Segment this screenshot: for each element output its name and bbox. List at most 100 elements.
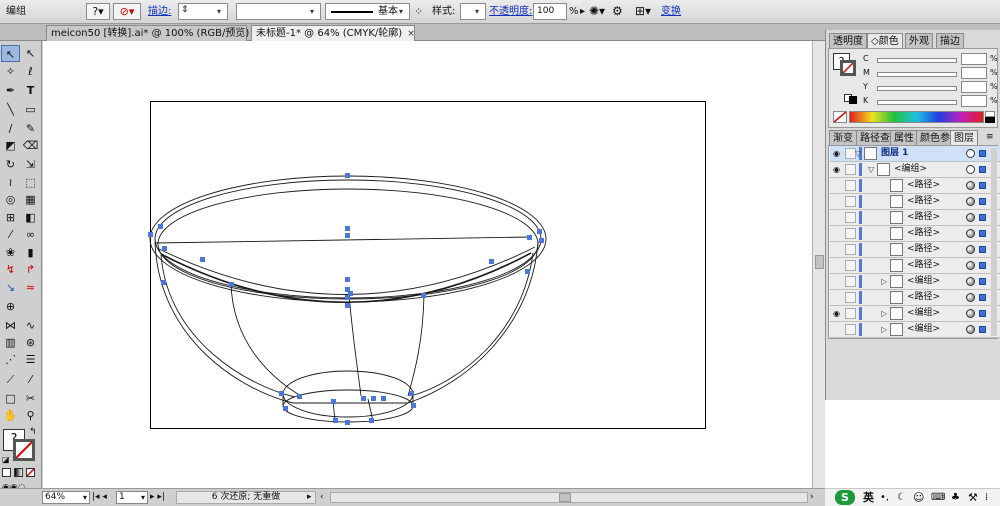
column-graph-icon[interactable]: ▥ bbox=[1, 334, 20, 351]
scale-tool-icon[interactable]: ⇲ bbox=[21, 156, 40, 173]
graphic-style-dropdown[interactable]: ▾ bbox=[460, 3, 486, 20]
close-icon[interactable]: × bbox=[407, 27, 415, 42]
layer-row[interactable]: ◉ ▽ 图层 1 bbox=[830, 146, 1000, 162]
blend-tool-icon[interactable]: ∞ bbox=[21, 226, 40, 243]
vertical-scrollbar[interactable] bbox=[812, 41, 825, 488]
keyboard-icon[interactable]: ⌨ bbox=[931, 491, 945, 505]
magenta-slider-row[interactable]: M% bbox=[833, 67, 998, 79]
expand-triangle-icon[interactable]: ▷ bbox=[881, 324, 887, 336]
visibility-eye-icon[interactable]: ◉ bbox=[833, 309, 842, 318]
target-circle-icon[interactable] bbox=[966, 293, 975, 302]
lock-toggle[interactable] bbox=[845, 164, 856, 175]
visibility-eye-icon[interactable] bbox=[833, 277, 842, 286]
path-row[interactable]: <路径> bbox=[830, 194, 1000, 210]
tab-transparency[interactable]: 透明度 bbox=[829, 33, 867, 49]
align-stroke-icon[interactable]: ⁘ bbox=[414, 3, 423, 20]
expand-triangle-icon[interactable]: ▷ bbox=[881, 276, 887, 288]
horizontal-scrollbar[interactable] bbox=[330, 492, 808, 503]
scatter-icon[interactable]: ⋰ bbox=[1, 351, 20, 368]
fill-swatch-button[interactable]: ?▾ bbox=[86, 3, 110, 20]
selection-indicator[interactable] bbox=[979, 278, 986, 285]
lock-toggle[interactable] bbox=[845, 196, 856, 207]
selection-indicator[interactable] bbox=[979, 262, 986, 269]
selection-indicator[interactable] bbox=[979, 326, 986, 333]
tab-pathfinder[interactable]: 路径查 bbox=[856, 130, 894, 146]
group-row[interactable]: ▷ <编组> bbox=[830, 274, 1000, 290]
layer-name[interactable]: <路径> bbox=[907, 179, 940, 192]
free-transform-icon[interactable]: ⬚ bbox=[21, 174, 40, 191]
spectrum-black[interactable] bbox=[985, 117, 995, 123]
default-colors-icon[interactable]: ◪ bbox=[2, 455, 10, 464]
tab-document-2[interactable]: 未标题-1* @ 64% (CMYK/轮廓) × bbox=[251, 25, 415, 41]
artboard-tool-icon[interactable]: ↘ bbox=[1, 279, 20, 296]
layer-name[interactable]: <路径> bbox=[907, 243, 940, 256]
canvas[interactable] bbox=[43, 41, 812, 488]
selection-indicator[interactable] bbox=[979, 182, 986, 189]
live-paint-selection-icon[interactable]: ↱ bbox=[21, 261, 40, 278]
visibility-eye-icon[interactable] bbox=[833, 325, 842, 334]
expand-triangle-icon[interactable]: ▽ bbox=[868, 164, 874, 176]
wrench-icon[interactable]: ⚒ bbox=[968, 491, 978, 505]
target-circle-icon[interactable] bbox=[966, 197, 975, 206]
perspective-grid-icon[interactable]: ▦ bbox=[21, 191, 40, 208]
group-row[interactable]: ◉ ▷ <编组> bbox=[830, 306, 1000, 322]
lasso-icon[interactable]: ℓ bbox=[21, 63, 40, 80]
path-row[interactable]: <路径> bbox=[830, 178, 1000, 194]
more-icon[interactable]: ⁞ bbox=[985, 491, 988, 505]
pencil-icon[interactable]: ✎ bbox=[21, 120, 40, 137]
tab-color[interactable]: ◇颜色 bbox=[867, 33, 903, 49]
dropper-alt-icon[interactable]: ⁄ bbox=[21, 371, 40, 388]
direct-selection-tool-icon[interactable]: ↖ bbox=[21, 45, 40, 62]
selection-indicator[interactable] bbox=[979, 214, 986, 221]
measure-tool-icon[interactable]: ⟋ bbox=[1, 371, 20, 388]
path-row[interactable]: <路径> bbox=[830, 290, 1000, 306]
layer-name[interactable]: <编组> bbox=[894, 163, 927, 176]
mesh-tool-icon[interactable]: ⊞ bbox=[1, 209, 20, 226]
emoji-icon[interactable]: ☺ bbox=[913, 491, 924, 505]
color-mode-icon[interactable] bbox=[2, 468, 11, 477]
visibility-eye-icon[interactable] bbox=[833, 293, 842, 302]
shape-builder-icon[interactable]: ◎ bbox=[1, 191, 20, 208]
layer-name[interactable]: <路径> bbox=[907, 211, 940, 224]
lock-toggle[interactable] bbox=[845, 212, 856, 223]
tab-attributes[interactable]: 属性 bbox=[890, 130, 918, 146]
graph-tool-icon[interactable]: ▮ bbox=[21, 244, 40, 261]
stroke-swatch-button[interactable]: ⊘▾ bbox=[113, 3, 141, 20]
layer-name[interactable]: <路径> bbox=[907, 291, 940, 304]
opacity-arrow-icon[interactable]: ▸ bbox=[580, 3, 585, 20]
bowl-artwork[interactable] bbox=[43, 41, 812, 488]
visibility-eye-icon[interactable] bbox=[833, 261, 842, 270]
lock-toggle[interactable] bbox=[845, 260, 856, 271]
target-circle-icon[interactable] bbox=[966, 149, 975, 158]
black-slider-row[interactable]: K% bbox=[833, 95, 998, 107]
warp-tool-icon[interactable]: ≀ bbox=[1, 174, 20, 191]
visibility-eye-icon[interactable]: ◉ bbox=[833, 165, 842, 174]
h-scroll-thumb[interactable] bbox=[559, 493, 571, 502]
symbol-sprayer-icon[interactable]: ❀ bbox=[1, 244, 20, 261]
scroll-left-icon[interactable]: ‹ bbox=[320, 491, 324, 504]
visibility-eye-icon[interactable] bbox=[833, 181, 842, 190]
layer-name[interactable]: <路径> bbox=[907, 227, 940, 240]
list-icon[interactable]: ☰ bbox=[21, 351, 40, 368]
yellow-slider[interactable] bbox=[877, 86, 957, 91]
live-paint-bucket-icon[interactable]: ↯ bbox=[1, 261, 20, 278]
cyan-input[interactable] bbox=[961, 53, 987, 65]
line-tool-icon[interactable]: ╲ bbox=[1, 101, 20, 118]
black-swatch[interactable] bbox=[849, 96, 857, 104]
stroke-none-icon[interactable] bbox=[13, 439, 35, 461]
selection-tool-icon[interactable]: ↖ bbox=[1, 45, 20, 62]
symbol-icon[interactable]: ⊛ bbox=[21, 334, 40, 351]
color-spectrum[interactable] bbox=[849, 111, 984, 123]
layer-name[interactable]: <编组> bbox=[907, 323, 940, 336]
lock-toggle[interactable] bbox=[845, 292, 856, 303]
transform-link[interactable]: 变换 bbox=[661, 3, 681, 20]
yellow-slider-row[interactable]: Y% bbox=[833, 81, 998, 93]
black-input[interactable] bbox=[961, 95, 987, 107]
width-tool-icon[interactable]: ⋈ bbox=[1, 317, 20, 334]
ime-mode-label[interactable]: 英 bbox=[863, 491, 874, 505]
magenta-input[interactable] bbox=[961, 67, 987, 79]
visibility-eye-icon[interactable] bbox=[833, 229, 842, 238]
lock-toggle[interactable] bbox=[845, 244, 856, 255]
tab-stroke[interactable]: 描边 bbox=[936, 33, 964, 49]
gradient-tool-icon[interactable]: ◧ bbox=[21, 209, 40, 226]
